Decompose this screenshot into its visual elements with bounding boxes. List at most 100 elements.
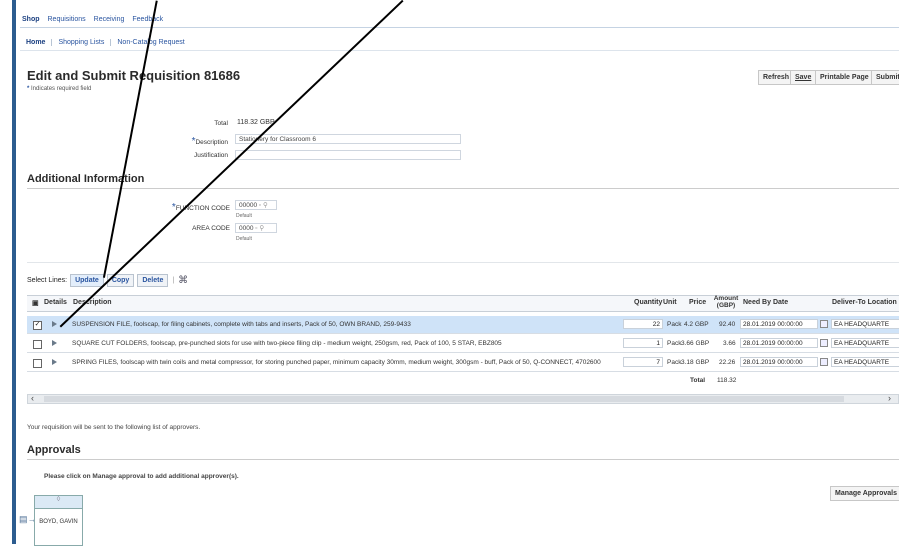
calendar-icon[interactable] — [820, 320, 828, 328]
row-checkbox[interactable] — [33, 359, 42, 368]
col-price[interactable]: Price — [689, 299, 706, 306]
tab-requisitions[interactable]: Requisitions — [48, 16, 86, 23]
deliver-to-input[interactable]: EA HEADQUARTE — [831, 357, 899, 367]
tab-feedback[interactable]: Feedback — [132, 16, 163, 23]
line-description: SQUARE CUT FOLDERS, foolscap, pre-punche… — [72, 340, 502, 347]
printable-page-button[interactable]: Printable Page — [815, 70, 874, 85]
line-unit: Pack — [667, 359, 682, 366]
calendar-icon[interactable] — [820, 358, 828, 366]
approver-card[interactable]: ◊ BOYD, GAVIN — [34, 495, 83, 546]
toolbar-separator: | — [172, 277, 175, 284]
function-code-input[interactable]: 00000 ▫ ⚲ — [235, 200, 277, 210]
need-by-date-input[interactable]: 28.01.2019 00:00:00 — [740, 319, 818, 329]
line-amount: 22.26 — [719, 359, 736, 366]
page-title: Edit and Submit Requisition 81686 — [27, 68, 241, 83]
subtab-shopping-lists[interactable]: Shopping Lists — [51, 39, 110, 46]
col-need-by-date[interactable]: Need By Date — [743, 299, 788, 306]
description-label: *Description — [108, 136, 228, 147]
justification-input[interactable] — [235, 150, 461, 160]
calendar-icon[interactable] — [820, 339, 828, 347]
table-row[interactable]: ✓ SUSPENSION FILE, foolscap, for filing … — [27, 316, 899, 334]
deliver-to-input[interactable]: EA HEADQUARTE — [831, 319, 899, 329]
main-tabs: Shop Requisitions Receiving Feedback — [22, 16, 171, 23]
line-description: SUSPENSION FILE, foolscap, for filing ca… — [72, 321, 411, 328]
quantity-input[interactable]: 22 — [623, 319, 663, 329]
line-unit: Pack — [667, 321, 682, 328]
submit-button[interactable]: Submit — [871, 70, 899, 85]
need-by-date-input[interactable]: 28.01.2019 00:00:00 — [740, 357, 818, 367]
lov-search-icon[interactable]: ▫ ⚲ — [255, 225, 264, 232]
expand-row-icon[interactable] — [52, 340, 57, 346]
description-label-text: Description — [195, 139, 228, 146]
subtab-non-catalog[interactable]: Non-Catalog Request — [110, 39, 190, 46]
table-total-label: Total — [690, 377, 706, 384]
description-input[interactable]: Stationery for Classroom 6 — [235, 134, 461, 144]
row-checkbox[interactable]: ✓ — [33, 321, 42, 330]
lov-search-icon[interactable]: ▫ ⚲ — [259, 202, 268, 209]
approver-name: BOYD, GAVIN — [39, 519, 78, 525]
update-button[interactable]: Update — [70, 274, 104, 287]
approvers-intro: Your requisition will be sent to the fol… — [27, 424, 201, 431]
expand-row-icon[interactable] — [52, 321, 57, 327]
line-description: SPRING FILES, foolscap with twin coils a… — [72, 359, 601, 366]
area-code-input[interactable]: 0000 ▫ ⚲ — [235, 223, 277, 233]
required-note: * Indicates required field — [27, 86, 91, 92]
approvals-heading: Approvals — [27, 444, 81, 456]
deliver-to-input[interactable]: EA HEADQUARTE — [831, 338, 899, 348]
table-row[interactable]: SPRING FILES, foolscap with twin coils a… — [27, 354, 899, 372]
area-code-hint: Default — [236, 236, 252, 242]
delete-button[interactable]: Delete — [137, 274, 169, 287]
function-code-value: 00000 — [239, 202, 258, 209]
subtab-divider — [20, 50, 899, 51]
select-lines-label: Select Lines: — [27, 277, 68, 284]
expand-row-icon[interactable] — [52, 359, 57, 365]
required-star: * — [27, 86, 30, 92]
quantity-input[interactable]: 7 — [623, 357, 663, 367]
lines-table-header: ▣ Details Description Quantity Unit Pric… — [27, 295, 899, 312]
tab-shop[interactable]: Shop — [22, 16, 40, 23]
scroll-left-icon[interactable]: ‹ — [31, 393, 34, 403]
subtab-home[interactable]: Home — [26, 39, 51, 46]
line-price: 3.66 GBP — [681, 340, 710, 347]
line-price: 3.18 GBP — [681, 359, 710, 366]
additional-info-heading: Additional Information — [27, 173, 145, 185]
scrollbar-thumb[interactable] — [44, 396, 844, 402]
total-value: 118.32 GBP — [237, 119, 275, 126]
function-code-label: *FUNCTION CODE — [110, 202, 230, 213]
save-button[interactable]: Save — [790, 70, 817, 85]
col-quantity[interactable]: Quantity — [634, 299, 662, 306]
manage-approvals-button[interactable]: Manage Approvals — [830, 486, 899, 501]
col-deliver-to[interactable]: Deliver-To Location — [832, 299, 897, 306]
col-amount[interactable]: Amount (GBP) — [710, 295, 742, 309]
area-code-value: 0000 — [239, 225, 254, 232]
row-checkbox[interactable] — [33, 340, 42, 349]
function-code-hint: Default — [236, 213, 252, 219]
col-unit[interactable]: Unit — [663, 299, 677, 306]
scroll-right-icon[interactable]: › — [888, 393, 891, 403]
detach-table-icon[interactable]: ⌘ — [178, 275, 188, 286]
section-divider — [27, 459, 899, 460]
table-row[interactable]: SQUARE CUT FOLDERS, foolscap, pre-punche… — [27, 335, 899, 353]
expand-all-icon[interactable]: ▣ — [32, 299, 39, 307]
line-price: 4.2 GBP — [684, 321, 709, 328]
sub-tabs: Home Shopping Lists Non-Catalog Request — [26, 39, 191, 46]
col-description[interactable]: Description — [73, 299, 112, 306]
section-divider — [27, 262, 899, 263]
need-by-date-input[interactable]: 28.01.2019 00:00:00 — [740, 338, 818, 348]
approvals-instruction: Please click on Manage approval to add a… — [44, 473, 239, 480]
section-divider — [27, 188, 899, 189]
table-total-value: 118.32 — [717, 377, 737, 384]
line-amount: 3.66 — [723, 340, 736, 347]
line-unit: Pack — [667, 340, 682, 347]
area-code-label: AREA CODE — [192, 225, 230, 232]
approver-user-icon: ◊ — [35, 496, 82, 509]
left-frame-bar — [0, 0, 16, 544]
required-note-text: Indicates required field — [31, 86, 92, 92]
line-amount: 92.40 — [719, 321, 736, 328]
table-total-row: Total 118.32 — [27, 373, 899, 389]
tab-receiving[interactable]: Receiving — [94, 16, 125, 23]
quantity-input[interactable]: 1 — [623, 338, 663, 348]
refresh-button[interactable]: Refresh — [758, 70, 795, 85]
horizontal-scrollbar[interactable]: ‹ › — [27, 393, 899, 404]
total-label: Total — [214, 120, 228, 127]
